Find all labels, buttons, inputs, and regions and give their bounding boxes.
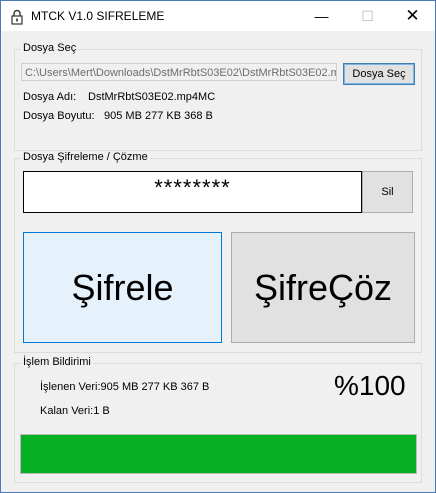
minimize-button[interactable]: —: [299, 1, 344, 31]
file-name-label: Dosya Adı:: [23, 91, 77, 103]
encrypt-button[interactable]: Şifrele: [23, 232, 222, 343]
remaining-data-text: Kalan Veri:1 B: [40, 405, 110, 417]
select-file-button[interactable]: Dosya Seç: [343, 63, 415, 85]
clear-password-button[interactable]: Sil: [362, 171, 413, 213]
progress-percent: %100: [334, 370, 406, 401]
close-button[interactable]: ✕: [390, 1, 435, 31]
status-group-label: İşlem Bildirimi: [21, 356, 93, 368]
progress-bar-fill: [21, 435, 416, 473]
file-name-value: DstMrRbtS03E02.mp4MC: [88, 91, 216, 103]
app-lock-icon: [11, 9, 23, 25]
progress-bar: [20, 434, 417, 474]
window-title: MTCK V1.0 SIFRELEME: [31, 9, 165, 23]
processed-data-text: İşlenen Veri:905 MB 277 KB 367 B: [40, 381, 210, 393]
file-select-group-label: Dosya Seç: [21, 42, 79, 54]
maximize-button[interactable]: ☐: [345, 1, 390, 31]
title-bar[interactable]: MTCK V1.0 SIFRELEME — ☐ ✕: [1, 1, 435, 31]
file-path-input[interactable]: C:\Users\Mert\Downloads\DstMrRbtS03E02\D…: [21, 63, 337, 81]
file-size-value: 905 MB 277 KB 368 B: [104, 110, 213, 122]
crypto-group-label: Dosya Şifreleme / Çözme: [21, 151, 150, 163]
decrypt-button[interactable]: ŞifreÇöz: [231, 232, 415, 343]
file-size-label: Dosya Boyutu:: [23, 110, 95, 122]
password-input[interactable]: ********: [23, 171, 362, 213]
